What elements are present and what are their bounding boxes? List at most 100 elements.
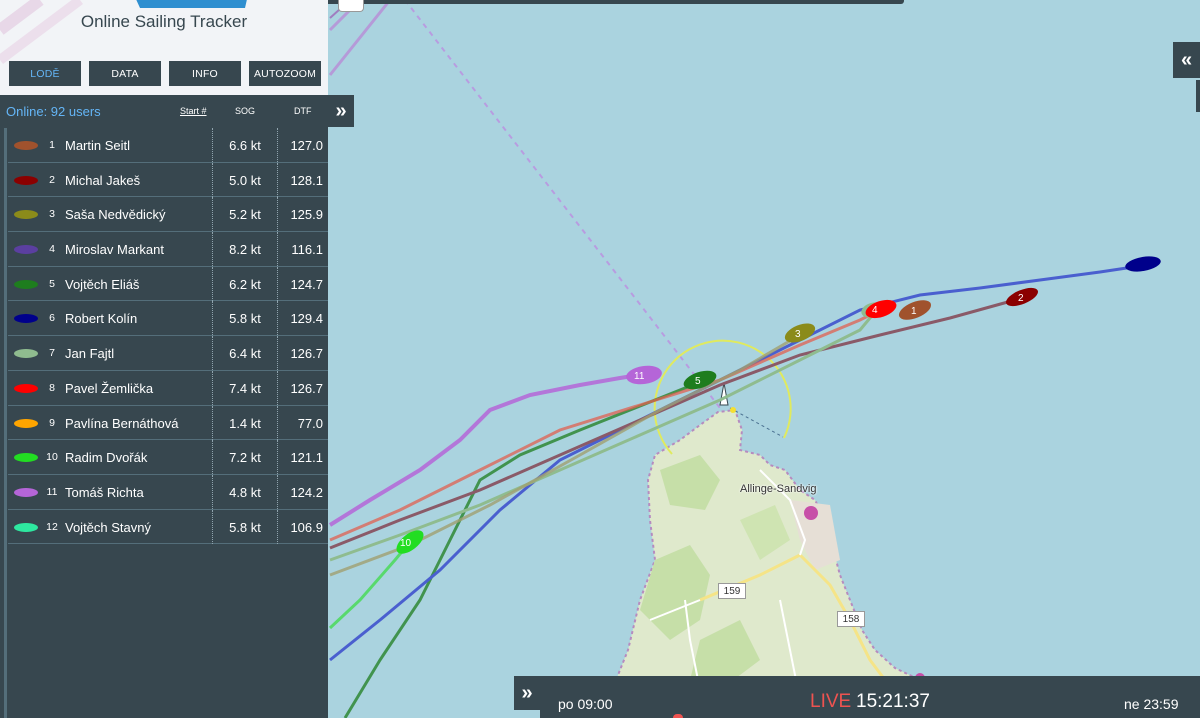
svg-text:11: 11 [634,371,645,382]
boat-row[interactable]: 6 Robert Kolín 5.8 kt 129.4 [8,301,328,337]
logo-icon [136,0,247,8]
boat-dtf: 127.0 [290,138,323,153]
zoom-control[interactable] [338,0,364,12]
course-line [404,0,721,409]
nav-button-data[interactable]: DATA [89,61,161,86]
boat-number: 6 [49,312,55,325]
boat-number: 7 [49,347,55,360]
time-end: ne 23:59 [1124,696,1179,712]
boat-sog: 5.8 kt [212,509,278,544]
boat-row[interactable]: 7 Jan Fajtl 6.4 kt 126.7 [8,336,328,371]
nav-button-autozoom[interactable]: AUTOZOOM [249,61,321,86]
boat-row[interactable]: 3 Saša Nedvědický 5.2 kt 125.9 [8,197,328,233]
boat-dtf: 106.9 [290,519,323,535]
church-icon [804,506,818,520]
top-toolbar [296,0,904,4]
boat-sog: 1.4 kt [212,405,278,440]
boat-name: Pavel Žemlička [65,380,154,396]
boat-number: 12 [46,520,58,533]
boat-row[interactable]: 5 Vojtěch Eliáš 6.2 kt 124.7 [8,266,328,302]
nav-button-boats[interactable]: LODĚ [9,61,81,86]
nav-button-info[interactable]: INFO [169,61,241,86]
boat-icon [14,522,38,532]
boat-name: Miroslav Markant [65,242,164,258]
boat-row[interactable]: 1 Martin Seitl 6.6 kt 127.0 [8,128,328,163]
boat-number: 1 [49,139,55,151]
boat-sog: 7.4 kt [212,370,278,405]
boat-sog: 6.2 kt [212,266,278,301]
boat-name: Jan Fajtl [65,346,115,362]
boat-number: 2 [49,173,55,186]
timebar-expand-button[interactable]: » [514,676,540,710]
boat-number: 4 [49,243,55,256]
boat-name: Vojtěch Eliáš [65,276,140,292]
timebar[interactable]: po 09:00 LIVE 15:21:37 ne 23:59 [540,676,1200,718]
boat-dtf: 126.7 [290,380,323,396]
collapse-sidebar-button[interactable]: » [328,95,354,127]
boat-list: 1 Martin Seitl 6.6 kt 127.0 2 Michal Jakeš 5.0… [8,128,328,545]
boat-number: 8 [49,381,55,394]
boat-marker-11: 11 [626,365,662,385]
svg-text:2: 2 [1018,293,1024,304]
expand-right-panel-button[interactable]: « [1173,42,1200,78]
boat-name: Robert Kolín [65,311,138,327]
boat-row[interactable]: 11 Tomáš Richta 4.8 kt 124.2 [8,474,328,510]
boat-dtf: 129.4 [290,311,323,327]
boat-dtf: 77.0 [297,415,323,431]
boat-icon [14,349,38,359]
start-buoy-icon [730,407,736,413]
boat-dtf: 121.1 [290,450,323,466]
svg-text:3: 3 [795,329,801,340]
boat-icon [14,245,38,255]
boat-icon [14,418,38,428]
boat-icon [14,141,38,150]
sidebar: Online Sailing Tracker LODĚ DATA INFO AU… [0,0,328,718]
boat-icon [14,279,38,289]
boat-dtf: 124.7 [290,276,323,292]
boat-icon [14,210,38,220]
boat-sog: 7.2 kt [212,440,278,475]
boat-number: 3 [49,208,55,221]
boat-name: Radim Dvořák [65,450,148,466]
boat-list-header: Online: 92 users Start # SOG DTF [0,95,328,127]
column-dtf[interactable]: DTF [294,106,312,116]
boat-sog: 8.2 kt [212,232,278,267]
town-label: Allinge-Sandvig [740,483,817,495]
boat-sog: 6.6 kt [212,128,278,162]
nav-button-row: LODĚ DATA INFO AUTOZOOM [9,61,321,86]
current-time: 15:21:37 [856,691,930,712]
app-title: Online Sailing Tracker [80,12,248,31]
boat-name: Saša Nedvědický [65,207,166,223]
boat-dtf: 126.7 [290,346,323,362]
time-start: po 09:00 [558,696,613,712]
boat-row[interactable]: 10 Radim Dvořák 7.2 kt 121.1 [8,440,328,475]
svg-text:4: 4 [872,305,878,316]
boat-row[interactable]: 2 Michal Jakeš 5.0 kt 128.1 [8,162,328,198]
boat-marker-6 [1125,256,1161,272]
list-scrollbar[interactable] [4,128,7,718]
time-slider-knob[interactable] [673,714,683,718]
right-panel-edge [1196,80,1200,112]
boat-number: 9 [49,416,55,429]
boat-name: Martin Seitl [65,138,131,153]
sort-start-number[interactable]: Start # [180,106,207,116]
boat-marker-2: 2 [1006,287,1038,307]
boat-row[interactable]: 9 Pavlína Bernáthová 1.4 kt 77.0 [8,405,328,441]
boat-row[interactable]: 12 Vojtěch Stavný 5.8 kt 106.9 [8,509,328,545]
boat-dtf: 128.1 [290,172,323,188]
boat-name: Tomáš Richta [65,484,144,500]
boat-icon [14,314,38,324]
boat-row[interactable]: 4 Miroslav Markant 8.2 kt 116.1 [8,232,328,267]
online-users: Online: 92 users [6,104,101,119]
mark-icon [719,382,729,406]
boat-icon [14,383,38,393]
live-indicator[interactable]: LIVE [810,691,851,713]
boat-number: 5 [49,277,55,290]
boat-row[interactable]: 8 Pavel Žemlička 7.4 kt 126.7 [8,370,328,406]
svg-text:10: 10 [400,538,412,549]
column-sog[interactable]: SOG [235,106,255,116]
boat-icon [14,453,38,463]
boat-sog: 4.8 kt [212,474,278,509]
boat-sog: 5.0 kt [212,162,278,197]
island-land [598,408,942,718]
